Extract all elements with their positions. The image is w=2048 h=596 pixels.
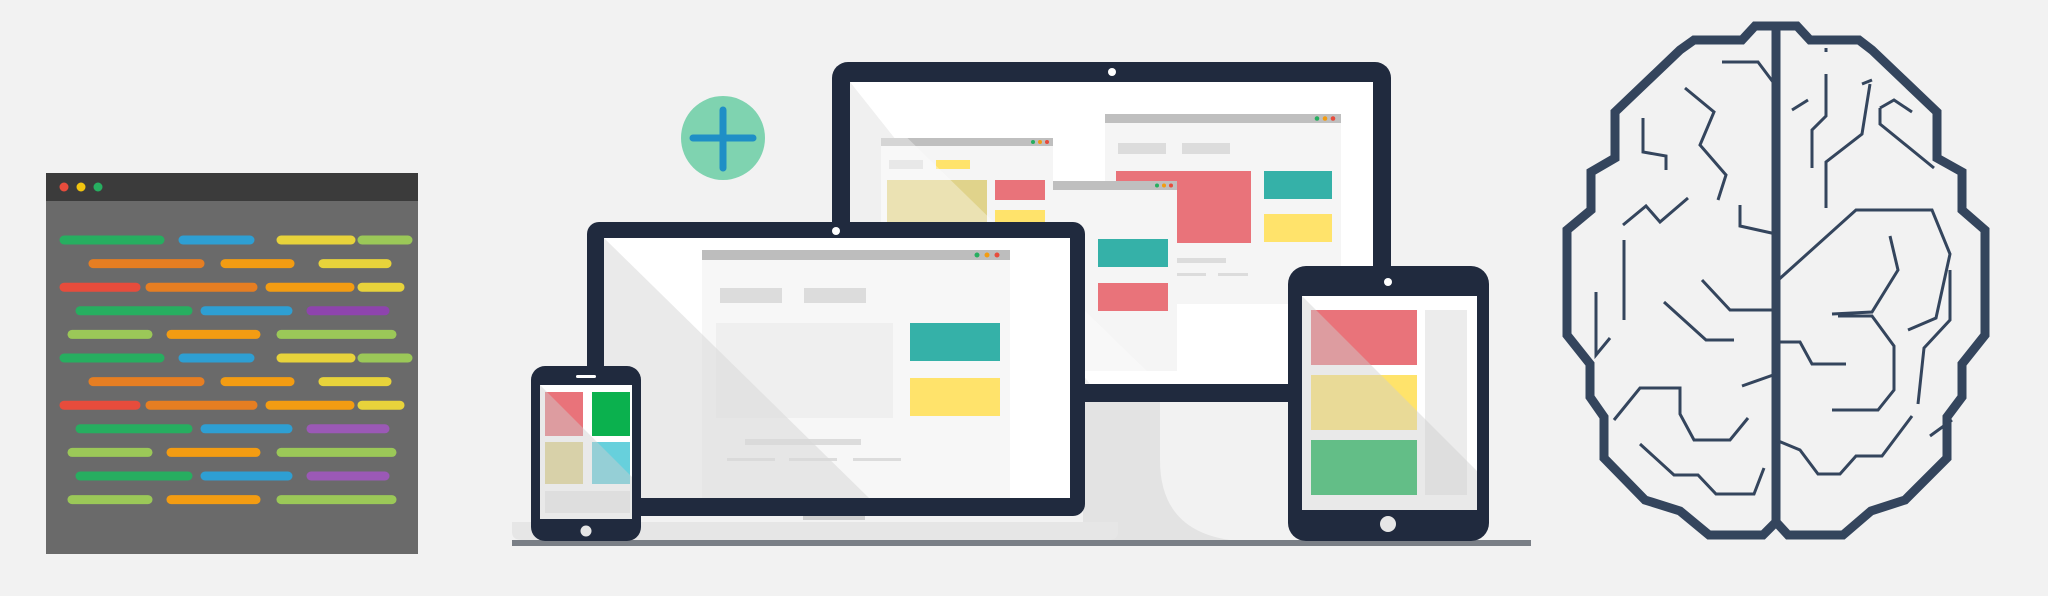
window-close-dot — [59, 182, 69, 192]
smartphone-icon — [531, 366, 641, 541]
window-maximize-dot — [93, 182, 103, 192]
illustration-canvas — [0, 0, 2048, 596]
plus-icon — [681, 96, 765, 180]
tablet-icon — [1288, 266, 1489, 541]
code-editor-window-icon — [46, 173, 418, 554]
window-minimize-dot — [76, 182, 86, 192]
